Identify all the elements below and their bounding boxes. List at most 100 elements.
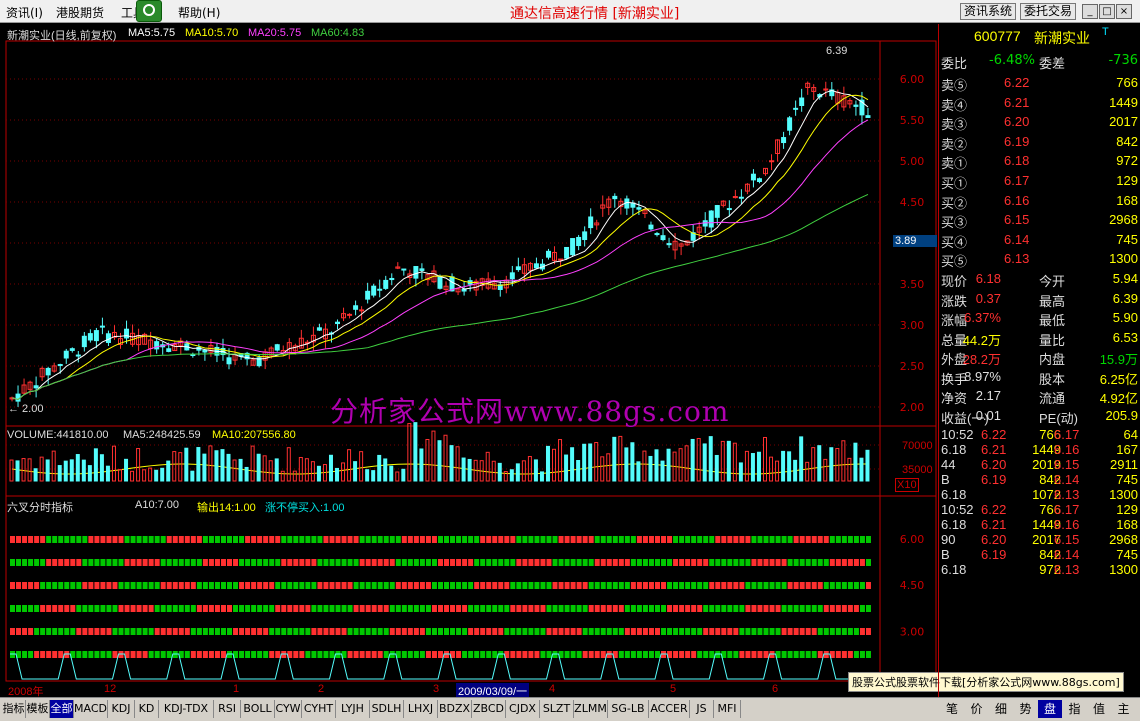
indicator-tab[interactable]: LHXJ — [404, 700, 438, 718]
signal-mark — [70, 559, 76, 566]
signal-mark — [341, 628, 347, 635]
signal-mark — [841, 559, 847, 566]
minimize-icon[interactable]: _ — [1082, 4, 1098, 19]
indicator-tab[interactable]: MFI — [714, 700, 741, 718]
indicator-tab[interactable]: ZBCD — [472, 700, 506, 718]
weibi-label: 委比 — [941, 57, 968, 72]
menu-hk-futures[interactable]: 港股期货 — [56, 4, 104, 21]
indicator-tab[interactable]: CJDX — [506, 700, 540, 718]
indicator-tab[interactable]: BDZX — [438, 700, 472, 718]
quote-cell: 最低 — [1039, 313, 1066, 328]
trade-button[interactable]: 委托交易 — [1020, 3, 1077, 20]
signal-mark — [498, 582, 504, 589]
volume-label: VOLUME:441810.00 — [7, 429, 109, 441]
indicator-tab[interactable]: RSI — [214, 700, 241, 718]
signal-mark — [329, 582, 335, 589]
ma-line — [11, 94, 869, 401]
panel-tab[interactable]: 细 — [989, 700, 1013, 718]
signal-mark — [667, 628, 673, 635]
volume-bar — [256, 453, 261, 482]
panel-tab[interactable]: 势 — [1014, 700, 1038, 718]
indicator-tab[interactable]: KDJ — [108, 700, 135, 718]
signal-mark — [444, 605, 450, 612]
candle — [154, 341, 160, 350]
quote-cell: 6.20 — [981, 457, 1007, 472]
menu-help[interactable]: 帮助(H) — [178, 4, 220, 21]
indicator-tab[interactable]: CYW — [275, 700, 302, 718]
signal-mark — [462, 536, 468, 543]
indicator-tab[interactable]: JS — [690, 700, 714, 718]
indicator-tab[interactable]: 模板 — [26, 700, 50, 718]
signal-mark — [347, 536, 353, 543]
signal-mark — [160, 651, 166, 658]
signal-mark — [383, 559, 389, 566]
signal-mark — [401, 605, 407, 612]
indicator-tab[interactable]: ZLMM — [574, 700, 608, 718]
signal-mark — [178, 605, 184, 612]
signal-mark — [389, 582, 395, 589]
panel-tab[interactable]: 价 — [965, 700, 989, 718]
chart-area[interactable]: 6.005.505.004.504.003.503.002.502.006.00… — [0, 24, 938, 684]
signal-mark — [859, 605, 865, 612]
indicator-tab[interactable]: SG-LB — [608, 700, 649, 718]
signal-mark — [407, 582, 413, 589]
volume-bar — [39, 456, 44, 482]
signal-mark — [546, 651, 552, 658]
volume-axis-mid: 35000 — [902, 464, 933, 476]
indicator-tab[interactable]: KD — [135, 700, 159, 718]
signal-mark — [214, 605, 220, 612]
panel-tab[interactable]: 主 — [1112, 700, 1136, 718]
indicator-tab[interactable]: SLZT — [540, 700, 574, 718]
indicator-tab[interactable]: CYHT — [302, 700, 336, 718]
panel-tab[interactable]: 笔 — [940, 700, 964, 718]
signal-mark — [437, 559, 443, 566]
signal-mark — [214, 651, 220, 658]
signal-mark — [88, 536, 94, 543]
signal-mark — [142, 536, 148, 543]
signal-mark — [829, 536, 835, 543]
signal-mark — [214, 536, 220, 543]
quote-cell: 766 — [1116, 75, 1138, 90]
signal-mark — [474, 536, 480, 543]
volume-bar — [190, 470, 195, 482]
signal-mark — [606, 628, 612, 635]
panel-tab[interactable]: 值 — [1087, 700, 1111, 718]
panel-tab[interactable]: 盘 — [1038, 700, 1062, 718]
indicator-tab[interactable]: ACCER — [649, 700, 690, 718]
signal-mark — [685, 582, 691, 589]
signal-mark — [347, 628, 353, 635]
signal-mark — [522, 582, 528, 589]
signal-mark — [642, 651, 648, 658]
signal-mark — [528, 582, 534, 589]
signal-mark — [522, 536, 528, 543]
signal-mark — [757, 559, 763, 566]
close-icon[interactable]: × — [1116, 4, 1132, 19]
signal-mark — [52, 559, 58, 566]
signal-mark — [618, 651, 624, 658]
signal-mark — [94, 628, 100, 635]
maximize-icon[interactable]: □ — [1099, 4, 1115, 19]
signal-mark — [64, 536, 70, 543]
indicator-tab[interactable]: MACD — [74, 700, 108, 718]
volume-bar — [9, 459, 14, 482]
indicator-tab[interactable]: LYJH — [336, 700, 370, 718]
signal-mark — [178, 582, 184, 589]
signal-mark — [353, 582, 359, 589]
signal-mark — [757, 628, 763, 635]
panel-tab[interactable]: 指 — [1063, 700, 1087, 718]
signal-mark — [154, 582, 160, 589]
signal-mark — [540, 605, 546, 612]
signal-mark — [661, 536, 667, 543]
signal-mark — [94, 605, 100, 612]
indicator-tab[interactable]: SDLH — [370, 700, 404, 718]
indicator-tab[interactable]: 指标 — [2, 700, 26, 718]
signal-mark — [673, 582, 679, 589]
indicator-tab[interactable]: BOLL — [241, 700, 275, 718]
indicator-tab[interactable]: 全部 — [50, 700, 74, 718]
ask-row: 卖③ 6.20 2017 — [939, 113, 1140, 132]
watermark-text: 分析家公式网www.88gs.com — [330, 395, 730, 428]
info-system-button[interactable]: 资讯系统 — [960, 3, 1017, 20]
indicator-tab[interactable]: KDJ-TDX — [159, 700, 214, 718]
menu-info[interactable]: 资讯(I) — [6, 4, 43, 21]
volume-bar — [624, 447, 629, 482]
